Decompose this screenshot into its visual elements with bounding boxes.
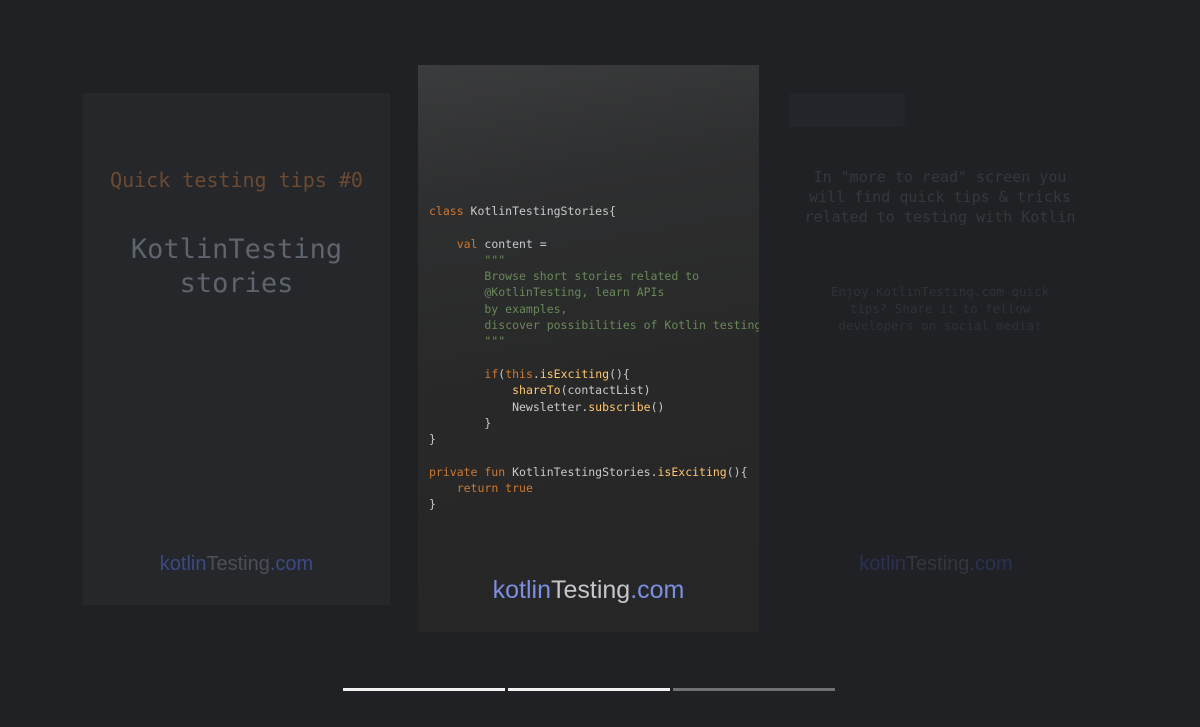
code-token: . — [532, 366, 540, 381]
current-story-card[interactable]: class KotlinTestingStories{ val content … — [418, 65, 759, 632]
next-story-subtext: Enjoy KotlinTesting.com quick tips? Shar… — [830, 284, 1050, 333]
code-snippet: class KotlinTestingStories{ val content … — [429, 203, 759, 513]
code-line: return true — [429, 480, 759, 496]
code-token: class — [429, 204, 471, 218]
code-line: if(this.isExciting(){ — [429, 366, 759, 382]
code-token: isExciting — [539, 366, 610, 381]
code-line: private fun KotlinTestingStories.isExcit… — [429, 464, 759, 480]
code-token: content = — [484, 236, 547, 251]
code-token: (){ — [609, 366, 630, 381]
brand-part-kotlin: kotlin — [492, 576, 551, 604]
code-token: @KotlinTesting, learn APIs — [429, 285, 665, 300]
tips-title: Quick testing tips #0 — [110, 168, 363, 192]
code-token: """ — [429, 334, 506, 349]
progress-segment[interactable] — [508, 688, 670, 691]
stories-title-line1: KotlinTesting — [130, 234, 343, 265]
story-progress — [343, 688, 835, 691]
code-token: Browse short stories related to — [429, 269, 700, 284]
brand-part-testing: Testing — [905, 553, 970, 575]
code-line: discover possibilities of Kotlin testing — [429, 317, 759, 333]
progress-fill — [343, 688, 505, 691]
code-token: shareTo — [512, 383, 561, 398]
code-token: by examples, — [429, 301, 568, 316]
code-line: class KotlinTestingStories{ — [429, 203, 759, 219]
code-line: shareTo(contactList) — [429, 382, 759, 398]
code-token: subscribe — [588, 399, 651, 414]
code-line: by examples, — [429, 301, 759, 317]
code-token: KotlinTestingStories. — [512, 464, 658, 479]
code-line: """ — [429, 333, 759, 349]
next-story-card[interactable]: In "more to read" screen you will find q… — [787, 93, 1093, 605]
code-line: } — [429, 431, 759, 447]
code-line: val content = — [429, 236, 759, 252]
progress-fill — [508, 688, 670, 691]
code-token: this — [505, 366, 533, 381]
brand-logo: kotlinTesting.com — [787, 553, 1093, 576]
code-token: (contactList) — [560, 383, 651, 398]
code-token: discover possibilities of Kotlin testing — [429, 318, 759, 333]
code-line: Browse short stories related to — [429, 268, 759, 284]
brand-part-testing: Testing — [206, 553, 270, 575]
progress-segment[interactable] — [343, 688, 505, 691]
code-token: () — [650, 399, 665, 414]
code-token: val — [456, 236, 485, 251]
brand-logo: kotlinTesting.com — [83, 553, 390, 576]
next-story-text: In "more to read" screen you will find q… — [804, 168, 1076, 226]
code-token: return true — [456, 481, 533, 496]
code-line: @KotlinTesting, learn APIs — [429, 284, 759, 300]
code-token: } — [429, 432, 436, 447]
brand-logo: kotlinTesting.com — [418, 576, 759, 605]
previous-story-card[interactable]: Quick testing tips #0 KotlinTesting stor… — [83, 93, 390, 605]
code-token: private fun — [429, 464, 513, 479]
stories-viewer: Quick testing tips #0 KotlinTesting stor… — [0, 0, 1200, 727]
code-token: (){ — [726, 464, 748, 479]
code-token: Newsletter. — [429, 399, 589, 414]
code-token: KotlinTestingStories{ — [470, 204, 616, 218]
code-line: Newsletter.subscribe() — [429, 399, 759, 415]
code-line: } — [429, 415, 759, 431]
code-token: } — [429, 497, 436, 512]
brand-part-testing: Testing — [550, 576, 631, 604]
brand-part-kotlin: kotlin — [159, 553, 207, 575]
stories-title: KotlinTesting stories — [83, 233, 390, 301]
code-token: """ — [429, 252, 506, 267]
code-token: if — [484, 366, 499, 381]
code-token: isExciting — [657, 464, 727, 479]
stories-title-line2: stories — [179, 268, 294, 299]
code-line: """ — [429, 252, 759, 268]
brand-part-kotlin: kotlin — [859, 553, 906, 575]
brand-part-domain: .com — [630, 576, 685, 604]
story-tag — [789, 93, 905, 127]
brand-part-domain: .com — [969, 553, 1013, 575]
code-token: } — [429, 415, 492, 430]
code-line: } — [429, 496, 759, 512]
brand-part-domain: .com — [269, 553, 314, 575]
progress-segment[interactable] — [673, 688, 835, 691]
